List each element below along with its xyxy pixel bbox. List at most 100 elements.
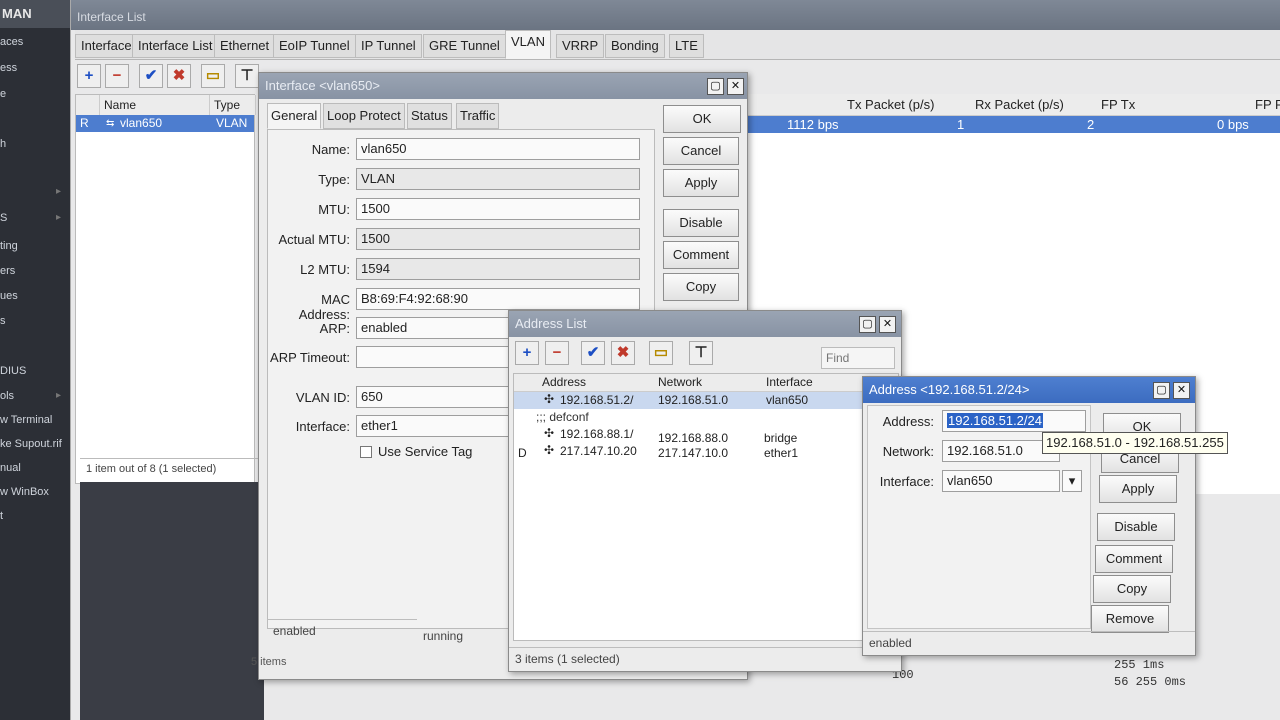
dropdown-arrow-icon[interactable]: ▾ [1062, 470, 1082, 492]
tab-gre-tunnel[interactable]: GRE Tunnel [423, 34, 506, 58]
disable-button[interactable]: Disable [663, 209, 739, 237]
apply-button[interactable]: Apply [1099, 475, 1177, 503]
tab-traffic[interactable]: Traffic [456, 103, 500, 129]
tab-interface[interactable]: Interface [75, 34, 138, 58]
close-icon[interactable]: ✕ [727, 78, 744, 95]
disable-icon[interactable]: ✖ [611, 341, 635, 365]
disable-icon[interactable]: ✖ [167, 64, 191, 88]
cancel-button[interactable]: Cancel [663, 137, 739, 165]
ip-icon: ✣ [544, 443, 555, 457]
row-name: vlan650 [120, 116, 163, 130]
column-type[interactable]: Type [210, 95, 256, 115]
table-row[interactable]: R ⇆ vlan650 VLAN [76, 115, 254, 132]
tab-lte[interactable]: LTE [669, 34, 704, 58]
close-icon[interactable]: ✕ [879, 316, 896, 333]
apply-button[interactable]: Apply [663, 169, 739, 197]
sidebar-item[interactable]: ers [0, 265, 15, 277]
tab-interface-list[interactable]: Interface List [132, 34, 219, 58]
sidebar-item[interactable]: nual [0, 462, 21, 474]
disable-button[interactable]: Disable [1097, 513, 1175, 541]
column-tx-packet[interactable]: Tx Packet (p/s) [847, 97, 934, 112]
tx-packets: 1 [957, 117, 965, 132]
table-row[interactable]: 1112 bps 1 2 0 bps [747, 116, 1280, 133]
name-field[interactable]: vlan650 [356, 138, 640, 160]
ping-line: 56 255 0ms [1114, 675, 1187, 690]
tab-bar: Interface Interface List Ethernet EoIP T… [75, 30, 1280, 60]
sidebar-item[interactable]: ke Supout.rif [0, 438, 62, 450]
row-network: 217.147.10.0 [658, 446, 729, 460]
sidebar-item[interactable]: s [0, 315, 6, 327]
maximize-icon[interactable]: ▢ [1153, 382, 1170, 399]
find-input[interactable] [821, 347, 895, 369]
table-row[interactable]: D ✣ 217.147.10.20 217.147.10.0 ether1 [514, 443, 898, 460]
sidebar-item[interactable]: ess [0, 62, 17, 74]
tab-general[interactable]: General [267, 103, 322, 129]
column-fp-tx[interactable]: FP Tx [1101, 97, 1135, 112]
sidebar-item[interactable]: w WinBox [0, 486, 49, 498]
table-header: Address Network Interface [514, 374, 898, 392]
remove-icon[interactable]: − [545, 341, 569, 365]
column-fp-rx[interactable]: FP F [1255, 97, 1280, 112]
sidebar-item[interactable]: aces [0, 36, 23, 48]
tab-bonding[interactable]: Bonding [605, 34, 665, 58]
sidebar-item[interactable]: e [0, 88, 6, 100]
ok-button[interactable]: OK [663, 105, 741, 133]
copy-button[interactable]: Copy [663, 273, 739, 301]
comment-icon[interactable]: ▭ [649, 341, 673, 365]
sidebar-item[interactable]: ues [0, 290, 18, 302]
sidebar-item[interactable]: w Terminal [0, 414, 52, 426]
tab-loop-protect[interactable]: Loop Protect [323, 103, 405, 129]
filter-icon[interactable]: ⊤ [689, 341, 713, 365]
sidebar-menu: MAN aces ess e h ▸ S ▸ ting ers ues s DI… [0, 0, 70, 720]
tab-vlan[interactable]: VLAN [505, 30, 551, 59]
remove-button[interactable]: Remove [1091, 605, 1169, 633]
enable-icon[interactable]: ✔ [139, 64, 163, 88]
sidebar-item[interactable]: S [0, 212, 7, 224]
tab-ethernet[interactable]: Ethernet [214, 34, 276, 58]
sidebar-item[interactable]: h [0, 138, 6, 150]
tab-status[interactable]: Status [407, 103, 452, 129]
column-network[interactable]: Network [658, 375, 702, 389]
close-icon[interactable]: ✕ [1173, 382, 1190, 399]
ip-icon: ✣ [544, 392, 555, 406]
comment-button[interactable]: Comment [663, 241, 739, 269]
ip-icon: ✣ [544, 426, 555, 440]
dialog-title: Interface <vlan650> [259, 73, 747, 99]
column-name[interactable]: Name [100, 95, 210, 115]
enable-icon[interactable]: ✔ [581, 341, 605, 365]
address-field[interactable]: 192.168.51.2/24 [942, 410, 1086, 432]
interface-select[interactable]: vlan650 [942, 470, 1060, 492]
fp-tx: 0 bps [1217, 117, 1249, 132]
mac-address-label: MAC Address: [298, 292, 350, 322]
column-interface[interactable]: Interface [766, 375, 813, 389]
maximize-icon[interactable]: ▢ [707, 78, 724, 95]
comment-row[interactable]: ;;; defconf [514, 409, 898, 426]
remove-icon[interactable]: − [105, 64, 129, 88]
tab-eoip-tunnel[interactable]: EoIP Tunnel [273, 34, 356, 58]
add-icon[interactable]: + [515, 341, 539, 365]
table-row[interactable]: ✣ 192.168.88.1/ 192.168.88.0 bridge [514, 426, 898, 445]
actual-mtu-label: Actual MTU: [278, 232, 350, 247]
maximize-icon[interactable]: ▢ [859, 316, 876, 333]
add-icon[interactable]: + [77, 64, 101, 88]
table-row[interactable]: ✣ 192.168.51.2/ 192.168.51.0 vlan650 [514, 392, 898, 409]
sidebar-item[interactable]: ting [0, 240, 18, 252]
column-address[interactable]: Address [542, 375, 586, 389]
chevron-right-icon: ▸ [56, 390, 62, 401]
sidebar-item[interactable]: DIUS [0, 365, 26, 377]
column-rx-packet[interactable]: Rx Packet (p/s) [975, 97, 1064, 112]
network-range-tooltip: 192.168.51.0 - 192.168.51.255 [1042, 432, 1228, 454]
mac-address-field[interactable]: B8:69:F4:92:68:90 [356, 288, 640, 310]
comment-icon[interactable]: ▭ [201, 64, 225, 88]
comment-button[interactable]: Comment [1095, 545, 1173, 573]
sidebar-item[interactable]: ols [0, 390, 14, 402]
interface-label: Interface: [879, 474, 934, 489]
mtu-field[interactable]: 1500 [356, 198, 640, 220]
copy-button[interactable]: Copy [1093, 575, 1171, 603]
tab-ip-tunnel[interactable]: IP Tunnel [355, 34, 422, 58]
sidebar-item[interactable]: t [0, 510, 3, 522]
row-address: 192.168.88.1/ [560, 427, 634, 441]
service-tag-checkbox[interactable] [360, 446, 372, 458]
tab-vrrp[interactable]: VRRP [556, 34, 605, 58]
filter-icon[interactable]: ⊤ [235, 64, 259, 88]
